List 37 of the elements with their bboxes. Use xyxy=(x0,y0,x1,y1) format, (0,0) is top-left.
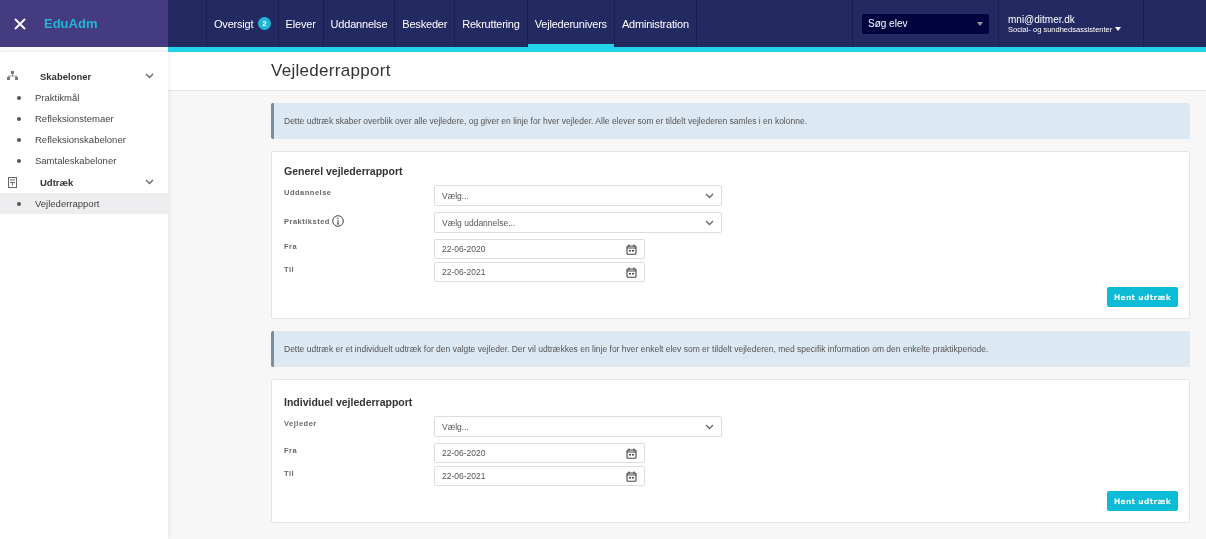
info-message: Dette udtræk skaber overblik over alle vejledere, og giver en linje for hver vejleder. Alle elever som er tildelt vejlederen samles i en kolonne. xyxy=(271,103,1190,139)
user-email: mni@ditmer.dk xyxy=(1008,13,1076,25)
date-field[interactable]: 22-06-2020 xyxy=(434,443,645,463)
sidebar-group[interactable]: Udtræk xyxy=(0,171,168,193)
sidebar-item[interactable]: Vejlederrapport xyxy=(0,193,168,214)
search-field[interactable]: Søg elev xyxy=(862,13,989,34)
date-field[interactable]: 22-06-2021 xyxy=(434,466,645,486)
hierarchy-icon xyxy=(6,71,18,81)
count-badge: 2 xyxy=(258,17,271,30)
calendar-icon[interactable] xyxy=(626,470,637,482)
sidebar-item[interactable]: Praktikmål xyxy=(0,87,168,108)
calendar-icon[interactable] xyxy=(626,243,637,255)
select-field[interactable]: Vælg... xyxy=(434,416,722,437)
date-field[interactable]: 22-06-2021 xyxy=(434,262,645,282)
card-title: Individuel vejlederrapport xyxy=(284,396,414,408)
document-icon xyxy=(7,176,17,188)
chevron-down-icon xyxy=(705,219,714,226)
caret-icon xyxy=(1115,27,1122,31)
sidebar-item[interactable]: Refleksionskabeloner xyxy=(0,129,168,150)
sidebar-item[interactable]: Samtaleskabeloner xyxy=(0,150,168,171)
app-title: EduAdm xyxy=(44,16,98,31)
nav-tab[interactable]: Vejlederunivers xyxy=(526,0,614,47)
sidebar-item[interactable]: Refleksionstemaer xyxy=(0,108,168,129)
page-title: Vejlederrapport xyxy=(271,61,391,81)
info-icon[interactable] xyxy=(331,215,344,227)
chevron-down-icon xyxy=(705,423,714,430)
date-field[interactable]: 22-06-2020 xyxy=(434,239,645,259)
card-title: Generel vejlederrapport xyxy=(284,165,404,177)
caret-icon xyxy=(977,21,983,26)
close-icon[interactable] xyxy=(14,17,26,30)
chevron-down-icon xyxy=(705,192,714,199)
sidebar-group[interactable]: Skabeloner xyxy=(0,65,168,87)
info-message: Dette udtræk er et individuelt udtræk for den valgte vejleder. Der vil udtrækkes en linje for hver enkelt elev som er tildelt vejlederen, med specifik information om den enkelte praktikperiode. xyxy=(271,331,1190,367)
calendar-icon[interactable] xyxy=(626,447,637,459)
calendar-icon[interactable] xyxy=(626,266,637,278)
select-field[interactable]: Vælg uddannelse... xyxy=(434,212,722,233)
select-field[interactable]: Vælg... xyxy=(434,185,722,206)
